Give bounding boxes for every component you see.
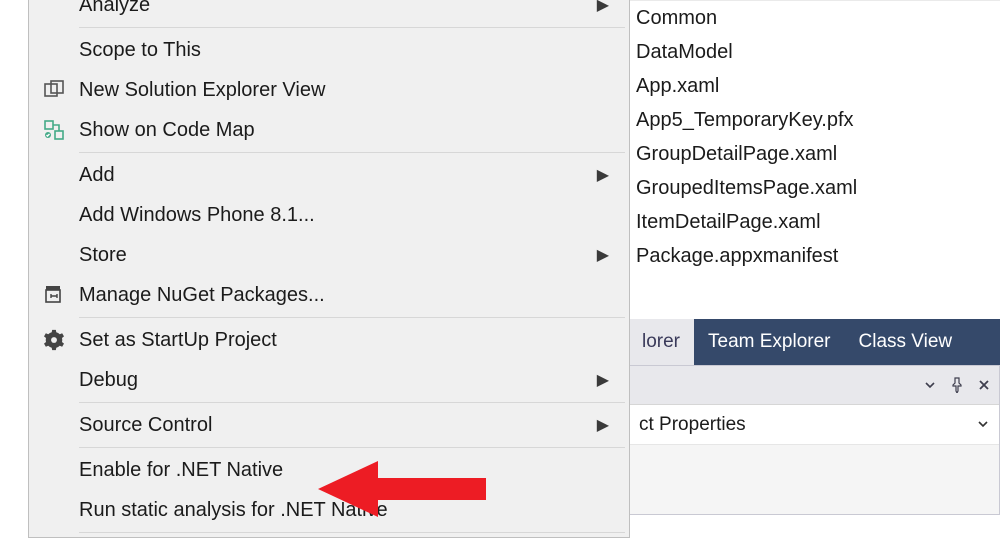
menu-separator: [79, 27, 625, 28]
new-window-icon: [41, 77, 67, 103]
list-item[interactable]: GroupedItemsPage.xaml: [628, 171, 988, 205]
tab-label: lorer: [642, 331, 680, 353]
menu-label: Scope to This: [79, 39, 615, 62]
menu-separator: [79, 317, 625, 318]
list-item[interactable]: DataModel: [628, 35, 988, 69]
menu-label: Show on Code Map: [79, 119, 615, 142]
file-label: GroupedItemsPage.xaml: [636, 171, 857, 205]
menu-label: Manage NuGet Packages...: [79, 284, 615, 307]
submenu-arrow-icon: ▶: [597, 165, 609, 185]
chevron-down-icon: [971, 417, 995, 433]
tab-label: Team Explorer: [708, 331, 831, 353]
close-icon[interactable]: [977, 378, 991, 392]
file-label: App.xaml: [636, 69, 719, 103]
file-label: App5_TemporaryKey.pfx: [636, 103, 854, 137]
solution-explorer-file-list: Common DataModel App.xaml App5_Temporary…: [628, 1, 988, 273]
tab-solution-explorer[interactable]: lorer: [628, 319, 694, 365]
list-item[interactable]: App5_TemporaryKey.pfx: [628, 103, 988, 137]
menu-separator: [79, 532, 625, 533]
submenu-arrow-icon: ▶: [597, 415, 609, 435]
menu-item-manage-nuget[interactable]: Manage NuGet Packages...: [29, 275, 629, 315]
submenu-arrow-icon: ▶: [597, 370, 609, 390]
file-label: DataModel: [636, 35, 733, 69]
tab-class-view[interactable]: Class View: [845, 319, 967, 365]
tool-window-tabs: lorer Team Explorer Class View: [628, 319, 1000, 365]
menu-separator: [79, 402, 625, 403]
tab-label: Class View: [859, 331, 953, 353]
menu-label: Analyze: [79, 0, 597, 17]
properties-body: [629, 444, 999, 514]
menu-item-set-startup-project[interactable]: Set as StartUp Project: [29, 320, 629, 360]
menu-item-show-on-code-map[interactable]: Show on Code Map: [29, 110, 629, 150]
annotation-arrow: [316, 456, 486, 528]
codemap-icon: [41, 117, 67, 143]
file-label: Common: [636, 1, 717, 35]
dropdown-arrow-icon[interactable]: [923, 378, 937, 392]
menu-item-new-solution-explorer-view[interactable]: New Solution Explorer View: [29, 70, 629, 110]
background-panel: Common DataModel App.xaml App5_Temporary…: [628, 0, 1000, 554]
menu-label: Add Windows Phone 8.1...: [79, 204, 615, 227]
menu-item-scope-to-this[interactable]: Scope to This: [29, 30, 629, 70]
submenu-arrow-icon: ▶: [597, 245, 609, 265]
menu-item-source-control[interactable]: Source Control ▶: [29, 405, 629, 445]
file-label: ItemDetailPage.xaml: [636, 205, 821, 239]
list-item[interactable]: App.xaml: [628, 69, 988, 103]
properties-subject-dropdown[interactable]: ct Properties: [629, 404, 999, 444]
menu-label: New Solution Explorer View: [79, 79, 615, 102]
menu-label: Set as StartUp Project: [79, 329, 615, 352]
menu-label: Add: [79, 164, 597, 187]
file-label: Package.appxmanifest: [636, 239, 838, 273]
menu-item-store[interactable]: Store ▶: [29, 235, 629, 275]
menu-item-add-windows-phone[interactable]: Add Windows Phone 8.1...: [29, 195, 629, 235]
menu-item-debug[interactable]: Debug ▶: [29, 360, 629, 400]
submenu-arrow-icon: ▶: [597, 0, 609, 15]
menu-separator: [79, 152, 625, 153]
menu-label: Store: [79, 244, 597, 267]
nuget-icon: [41, 282, 67, 308]
properties-pane-header: [629, 366, 999, 404]
list-item[interactable]: Package.appxmanifest: [628, 239, 988, 273]
gear-icon: [41, 327, 67, 353]
properties-subject-label: ct Properties: [639, 414, 746, 436]
list-item[interactable]: GroupDetailPage.xaml: [628, 137, 988, 171]
menu-item-analyze[interactable]: Analyze ▶: [29, 0, 629, 25]
list-item[interactable]: Common: [628, 1, 988, 35]
pin-icon[interactable]: [949, 377, 965, 393]
properties-pane: ct Properties: [628, 365, 1000, 515]
list-item[interactable]: ItemDetailPage.xaml: [628, 205, 988, 239]
file-label: GroupDetailPage.xaml: [636, 137, 837, 171]
menu-separator: [79, 447, 625, 448]
menu-item-add[interactable]: Add ▶: [29, 155, 629, 195]
menu-label: Debug: [79, 369, 597, 392]
tab-team-explorer[interactable]: Team Explorer: [694, 319, 845, 365]
menu-label: Source Control: [79, 414, 597, 437]
